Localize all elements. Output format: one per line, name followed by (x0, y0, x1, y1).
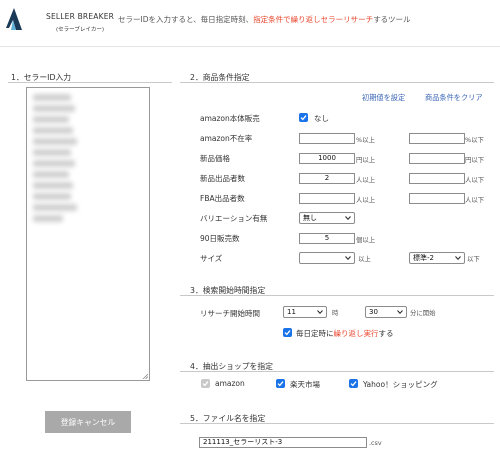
start-hour-value: 11 (287, 308, 296, 316)
filename-extension: .csv (369, 439, 382, 447)
shop-yahoo-checkbox[interactable] (349, 379, 358, 388)
chevron-down-icon (455, 256, 461, 260)
app-subtitle: (セラーブレイカー) (56, 27, 104, 33)
new-sellers-max-unit: 人以下 (465, 176, 485, 184)
shop-amazon-label: amazon (215, 379, 245, 388)
size-max-select-value: 標準-2 (413, 254, 434, 262)
chevron-down-icon (397, 310, 403, 314)
blurred-id (33, 149, 71, 156)
size-max-select[interactable]: 標準-2 (409, 252, 465, 264)
description-text: セラーIDを入力すると、毎日指定時刻、 (118, 15, 254, 24)
variation-select[interactable]: 無し (299, 212, 355, 224)
amazon-sales-label: amazon本体販売 (200, 114, 260, 123)
amazon-absent-min-unit: %以上 (356, 136, 375, 144)
blurred-id (33, 94, 71, 101)
blurred-id (33, 215, 63, 222)
sales-90-min-input[interactable]: 5 (299, 233, 355, 244)
check-icon (350, 381, 357, 387)
start-minute-select[interactable]: 30 (365, 306, 407, 318)
shop-rakuten-label: 楽天市場 (290, 380, 320, 389)
daily-repeat-checkbox[interactable] (283, 328, 292, 337)
start-time-label: リサーチ開始時間 (200, 309, 260, 318)
blurred-id (33, 160, 75, 167)
resize-grip-icon[interactable] (142, 373, 148, 379)
size-min-unit: 以上 (358, 255, 371, 263)
new-price-max-unit: 円以下 (465, 156, 485, 164)
fba-sellers-max-unit: 人以下 (465, 196, 485, 204)
fba-sellers-min-unit: 人以上 (356, 196, 376, 204)
seller-id-textarea[interactable] (26, 87, 150, 381)
amazon-absent-max-unit: %以下 (465, 136, 484, 144)
variation-label: バリエーション有無 (200, 214, 268, 223)
filename-input[interactable]: 211113_セラーリスト-3 (199, 437, 367, 448)
chevron-down-icon (345, 256, 351, 260)
daily-repeat-highlight: 繰り返し実行 (333, 329, 379, 338)
check-icon (284, 330, 291, 336)
blurred-id (33, 116, 69, 123)
fba-sellers-min-input[interactable] (299, 193, 355, 204)
start-minute-unit: 分に開始 (410, 309, 436, 317)
sales-90-label: 90日販売数 (200, 234, 240, 243)
start-hour-select[interactable]: 11 (283, 306, 327, 318)
sales-90-unit: 個以上 (356, 236, 376, 244)
new-sellers-min-unit: 人以上 (356, 176, 376, 184)
chevron-down-icon (345, 216, 351, 220)
start-hour-unit: 時 (332, 309, 339, 317)
check-icon (300, 115, 307, 121)
amazon-absent-min-input[interactable] (299, 133, 355, 144)
amazon-absent-max-input[interactable] (409, 133, 465, 144)
new-price-max-input[interactable] (409, 153, 465, 164)
chevron-down-icon (317, 310, 323, 314)
daily-repeat-text: 毎日定時に (296, 329, 334, 338)
blurred-id (33, 182, 73, 189)
amazon-absent-label: amazon不在率 (200, 134, 253, 143)
description-suffix: するツール (373, 15, 411, 24)
section-divider (180, 371, 494, 372)
header-divider (0, 46, 500, 47)
section-divider (180, 295, 494, 296)
cancel-registration-button[interactable]: 登録キャンセル (45, 411, 131, 433)
check-icon (202, 381, 209, 387)
shop-yahoo-label: Yahoo！ショッピング (363, 380, 438, 389)
new-price-min-input[interactable]: 1000 (299, 153, 355, 164)
fba-sellers-label: FBA出品者数 (200, 194, 245, 203)
new-price-label: 新品価格 (200, 154, 230, 163)
app-description: セラーIDを入力すると、毎日指定時刻、指定条件で繰り返しセラーリサーチするツール (118, 14, 411, 25)
start-minute-value: 30 (369, 308, 378, 316)
new-sellers-min-input[interactable]: 2 (299, 173, 355, 184)
blurred-id (33, 171, 69, 178)
fba-sellers-max-input[interactable] (409, 193, 465, 204)
blurred-id (33, 204, 77, 211)
shop-amazon-checkbox[interactable] (201, 379, 210, 388)
size-max-unit: 以下 (467, 255, 480, 263)
variation-select-value: 無し (303, 214, 317, 222)
app-title: SELLER BREAKER (46, 12, 115, 21)
app-header: SELLER BREAKER (セラーブレイカー) セラーIDを入力すると、毎日… (0, 0, 500, 46)
new-sellers-max-input[interactable] (409, 173, 465, 184)
blurred-id (33, 138, 77, 145)
shop-rakuten-checkbox[interactable] (276, 379, 285, 388)
description-highlight: 指定条件で繰り返しセラーリサーチ (253, 15, 374, 24)
blurred-id (33, 105, 75, 112)
daily-repeat-suffix: する (378, 329, 394, 338)
blurred-id (33, 127, 73, 134)
section-divider (180, 82, 494, 83)
section-divider (180, 423, 494, 424)
reset-defaults-link[interactable]: 初期値を設定 (362, 93, 405, 103)
blurred-id (33, 193, 71, 200)
logo-icon (6, 8, 22, 30)
amazon-sales-checkbox-label: なし (314, 114, 329, 123)
section-divider (8, 82, 172, 83)
size-min-select[interactable] (299, 252, 355, 264)
check-icon (277, 381, 284, 387)
size-label: サイズ (200, 254, 223, 263)
new-price-min-unit: 円以上 (356, 156, 376, 164)
amazon-sales-checkbox[interactable] (299, 113, 308, 122)
clear-conditions-link[interactable]: 商品条件をクリア (425, 93, 483, 103)
new-sellers-label: 新品出品者数 (200, 174, 245, 183)
daily-repeat-label: 毎日定時に繰り返し実行する (296, 328, 394, 339)
